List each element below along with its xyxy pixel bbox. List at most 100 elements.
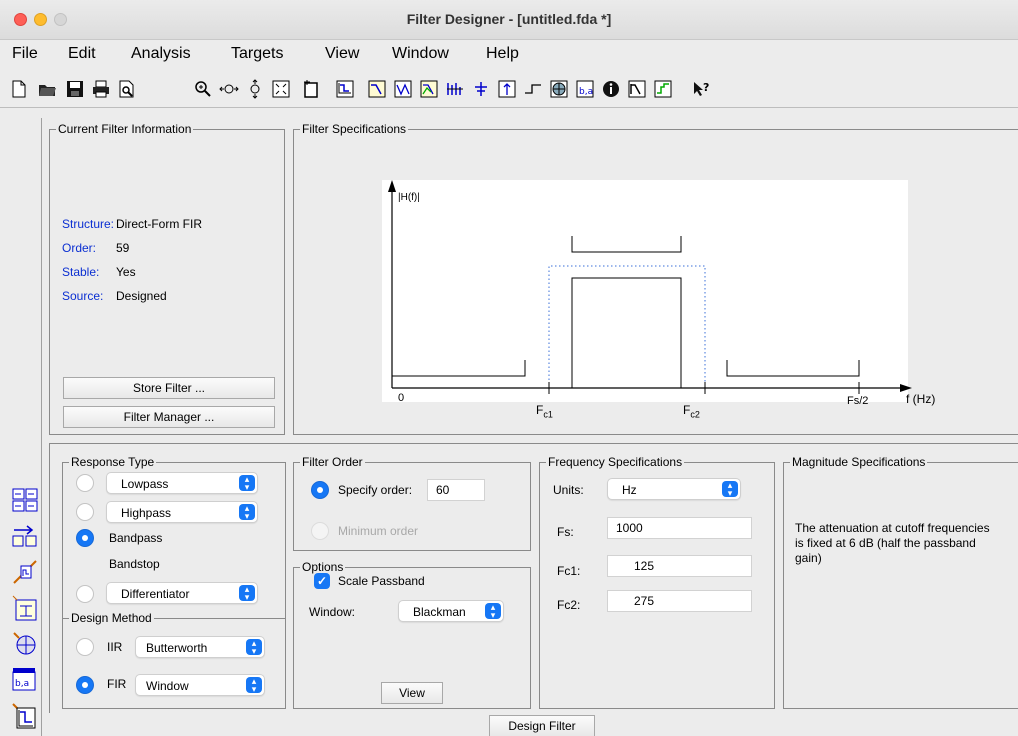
order-input[interactable]: 60 xyxy=(427,479,485,501)
full-view-icon[interactable] xyxy=(270,78,292,100)
iir-radio[interactable] xyxy=(76,638,94,656)
toolbar: b,a ? xyxy=(0,68,1018,108)
units-select[interactable]: Hz ▴ ▾ xyxy=(607,478,741,500)
title-bar: Filter Designer - [untitled.fda *] xyxy=(0,0,1018,40)
menu-help[interactable]: Help xyxy=(486,45,519,63)
current-filter-info-title: Current Filter Information xyxy=(56,122,194,136)
step-response-icon[interactable] xyxy=(522,78,544,100)
whats-this-help-icon[interactable]: ? xyxy=(690,78,712,100)
realize-model-icon[interactable] xyxy=(11,594,39,622)
filter-coefficients-icon[interactable]: b,a xyxy=(574,78,596,100)
magnitude-estimate-icon[interactable] xyxy=(626,78,648,100)
source-label: Source: xyxy=(62,289,104,303)
pole-zero-plot-icon[interactable] xyxy=(548,78,570,100)
fc2-input[interactable]: 275 xyxy=(607,590,752,612)
magnitude-specs-text: The attenuation at cutoff frequencies is… xyxy=(795,521,990,565)
store-filter-button[interactable]: Store Filter ... xyxy=(63,377,275,399)
fc2-label-sub: c2 xyxy=(690,409,700,420)
zoom-in-icon[interactable] xyxy=(192,78,214,100)
phase-response-icon[interactable] xyxy=(392,78,414,100)
print-icon[interactable] xyxy=(90,78,112,100)
filter-manager-button[interactable]: Filter Manager ... xyxy=(63,406,275,428)
bandpass-radio[interactable] xyxy=(76,529,94,547)
source-row: Source: Designed xyxy=(62,289,167,303)
zoom-x-icon[interactable] xyxy=(218,78,240,100)
filter-info-icon[interactable] xyxy=(600,78,622,100)
fir-radio[interactable] xyxy=(76,676,94,694)
new-icon[interactable] xyxy=(8,78,30,100)
magnitude-response-icon[interactable] xyxy=(366,78,388,100)
open-folder-icon[interactable] xyxy=(36,78,58,100)
fc1-input[interactable]: 125 xyxy=(607,555,752,577)
zoom-y-icon[interactable] xyxy=(244,78,266,100)
fc1-field-label: Fc1: xyxy=(557,564,581,578)
chevron-updown-icon: ▴ ▾ xyxy=(239,504,255,521)
highpass-radio[interactable] xyxy=(76,503,94,521)
passband-response xyxy=(571,277,682,389)
save-icon[interactable] xyxy=(64,78,86,100)
design-filter-button[interactable]: Design Filter xyxy=(489,715,595,736)
iir-method-select[interactable]: Butterworth ▴ ▾ xyxy=(135,636,265,658)
magnitude-phase-icon[interactable] xyxy=(418,78,440,100)
fc1-label: Fc1 xyxy=(536,403,553,419)
highpass-select[interactable]: Highpass ▴ ▾ xyxy=(106,501,258,523)
fc2-field-label: Fc2: xyxy=(557,598,581,612)
menu-analysis[interactable]: Analysis xyxy=(131,45,191,63)
specify-order-radio[interactable] xyxy=(311,481,329,499)
options-panel: Options ✓ Scale Passband Window: Blackma… xyxy=(293,560,531,709)
scale-passband-checkbox[interactable]: ✓ xyxy=(314,573,330,589)
magnitude-specifications-panel: Magnitude Specifications The attenuation… xyxy=(783,455,1018,709)
transform-filter-icon[interactable] xyxy=(11,486,39,514)
iir-method-value: Butterworth xyxy=(146,641,208,655)
passband-upper-mask xyxy=(571,236,682,253)
import-filter-icon[interactable]: b,a xyxy=(11,666,39,694)
differentiator-select[interactable]: Differentiator ▴ ▾ xyxy=(106,582,258,604)
minimum-order-radio[interactable] xyxy=(311,522,329,540)
fs-label: Fs: xyxy=(557,525,574,539)
fs-input[interactable]: 1000 xyxy=(607,517,752,539)
sidebar-design-filter-icon[interactable] xyxy=(11,702,39,730)
stable-value: Yes xyxy=(116,265,136,279)
view-window-button[interactable]: View xyxy=(381,682,443,704)
chevron-updown-icon: ▴ ▾ xyxy=(246,639,262,656)
response-type-panel: Response Type Lowpass ▴ ▾ Highpass ▴ ▾ Bandp… xyxy=(62,455,286,618)
frequency-specifications-title: Frequency Specifications xyxy=(546,455,685,469)
menu-targets[interactable]: Targets xyxy=(231,45,283,63)
fir-method-select[interactable]: Window ▴ ▾ xyxy=(135,674,265,696)
filter-specifications-panel: Filter Specifications |H(f)| 0 Fc1 Fc2 F… xyxy=(293,122,1018,435)
phase-delay-icon[interactable] xyxy=(470,78,492,100)
print-preview-icon[interactable] xyxy=(116,78,138,100)
new-window-icon[interactable] xyxy=(300,78,322,100)
lowpass-select[interactable]: Lowpass ▴ ▾ xyxy=(106,472,258,494)
svg-text:?: ? xyxy=(703,81,709,94)
lowpass-radio[interactable] xyxy=(76,474,94,492)
noise-loading-icon[interactable] xyxy=(652,78,674,100)
group-delay-icon[interactable] xyxy=(444,78,466,100)
quantization-icon[interactable] xyxy=(11,558,39,586)
minimum-order-label: Minimum order xyxy=(338,524,419,538)
y-axis-arrow xyxy=(388,180,396,192)
sidebar-strip: b,a xyxy=(8,118,42,736)
menu-window[interactable]: Window xyxy=(392,45,449,63)
impulse-response-icon[interactable] xyxy=(496,78,518,100)
window-select[interactable]: Blackman ▴ ▾ xyxy=(398,600,504,622)
design-filter-icon[interactable] xyxy=(334,78,356,100)
units-label: Units: xyxy=(553,483,584,497)
iir-label: IIR xyxy=(107,640,123,654)
fir-label: FIR xyxy=(107,677,127,691)
differentiator-radio[interactable] xyxy=(76,585,94,603)
create-multirate-icon[interactable] xyxy=(11,522,39,550)
bandstop-label: Bandstop xyxy=(109,557,160,571)
y-axis-label: |H(f)| xyxy=(398,192,420,203)
fc1-label-sub: c1 xyxy=(543,409,553,420)
x-axis-arrow xyxy=(900,384,912,392)
pole-zero-editor-icon[interactable] xyxy=(11,630,39,658)
chevron-updown-icon: ▴ ▾ xyxy=(246,677,262,694)
frequency-specifications-panel: Frequency Specifications Units: Hz ▴ ▾ Fs:… xyxy=(539,455,775,709)
menu-edit[interactable]: Edit xyxy=(68,45,96,63)
window-select-value: Blackman xyxy=(413,605,466,619)
stopband1-mask xyxy=(391,360,526,377)
menu-file[interactable]: File xyxy=(12,45,38,63)
menu-view[interactable]: View xyxy=(325,45,359,63)
fc2-label: Fc2 xyxy=(683,403,700,419)
